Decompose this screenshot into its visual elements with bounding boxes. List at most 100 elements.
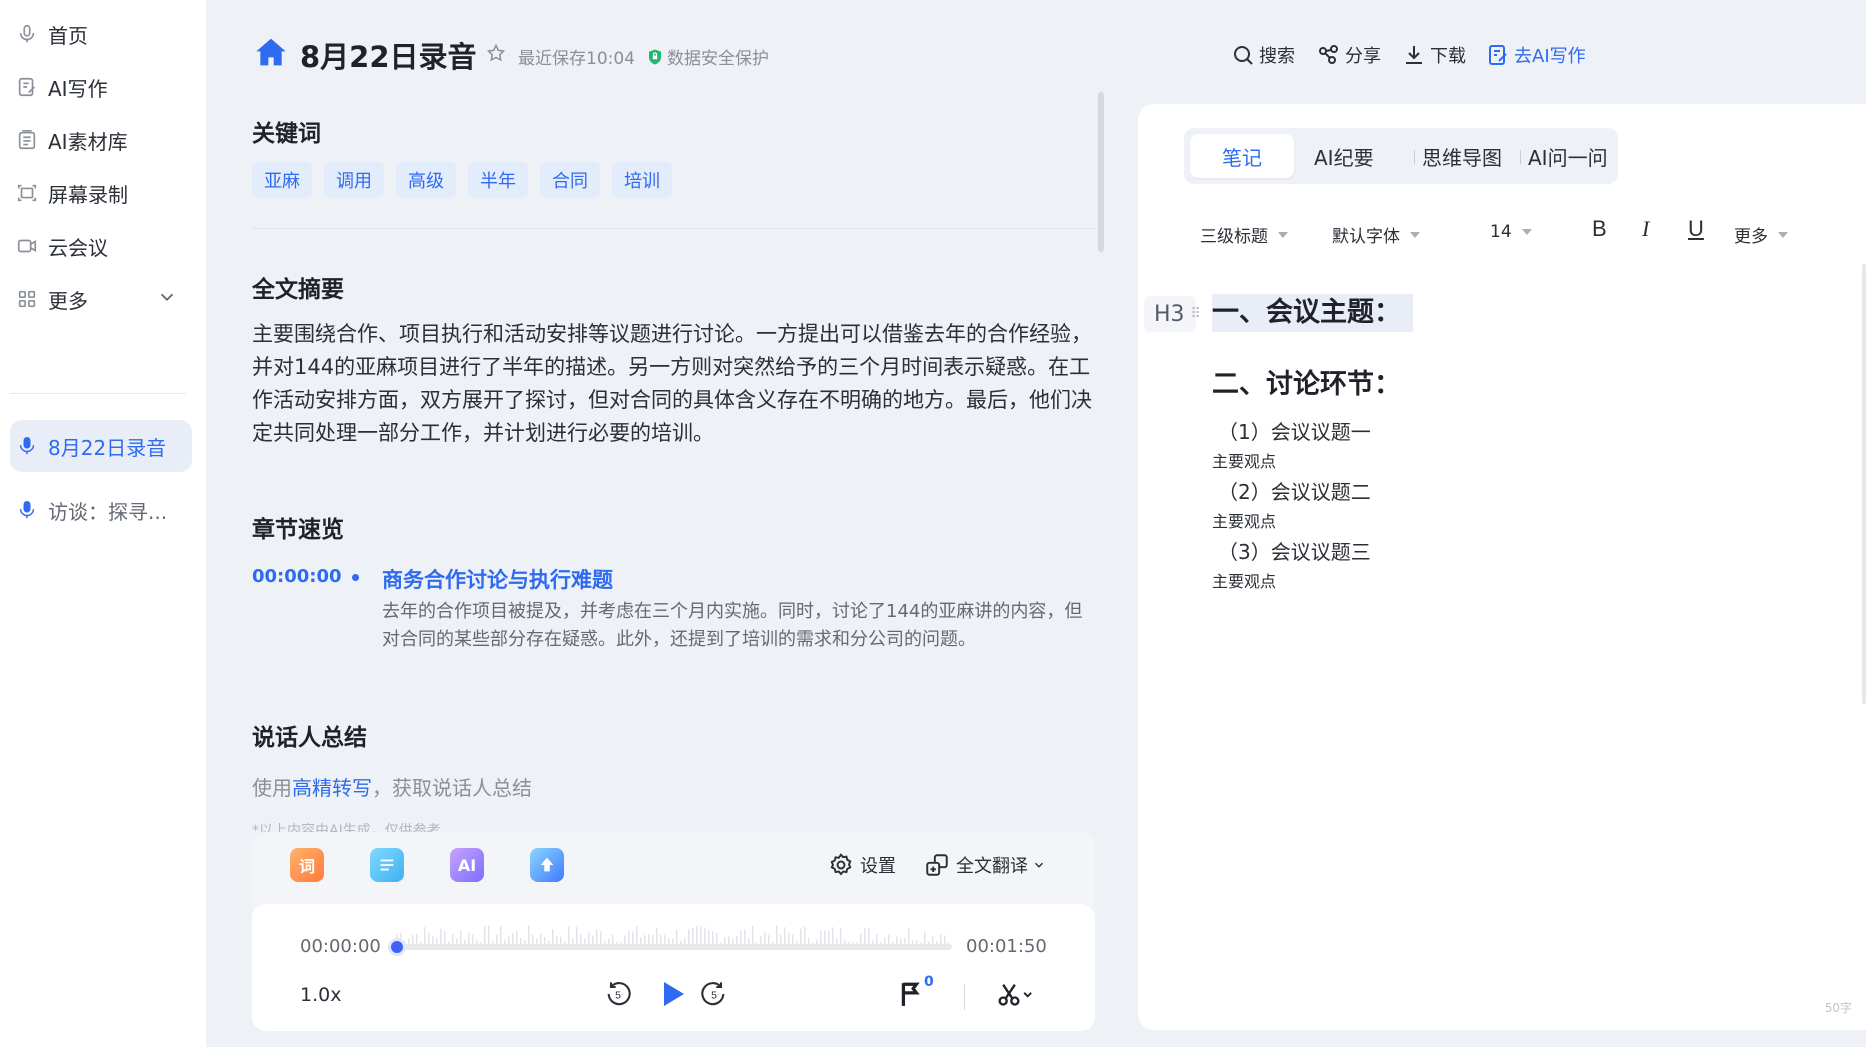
note-heading[interactable]: 二、讨论环节：	[1212, 362, 1401, 401]
upload-tool-icon[interactable]	[530, 848, 564, 882]
keyword-tag[interactable]: 半年	[468, 162, 528, 198]
search-button[interactable]: 搜索	[1231, 42, 1295, 68]
sidebar-recording-interview[interactable]: 访谈：探寻...	[10, 484, 192, 536]
player-toolbar: 词 AI 设置 全文翻译	[252, 832, 1095, 904]
sidebar-item-label: AI写作	[48, 76, 108, 101]
tab-notes[interactable]: 笔记	[1190, 134, 1294, 178]
download-button[interactable]: 下载	[1402, 42, 1466, 68]
sidebar-item-more[interactable]: 更多	[10, 273, 192, 325]
sidebar-item-ai-write[interactable]: AI写作	[10, 61, 192, 113]
italic-button[interactable]: I	[1642, 216, 1649, 242]
rewind-icon: 5	[607, 982, 631, 1006]
divider	[964, 984, 965, 1010]
chevron-down-icon	[1034, 862, 1044, 868]
play-button[interactable]	[656, 978, 688, 1010]
sidebar-item-cloud-meeting[interactable]: 云会议	[10, 220, 192, 272]
waveform-bar	[636, 925, 638, 946]
sidebar-item-label: 屏幕录制	[48, 182, 128, 207]
underline-button[interactable]: U	[1688, 216, 1704, 242]
sidebar-item-label: AI素材库	[48, 129, 128, 154]
sidebar-recording-active[interactable]: 8月22日录音	[10, 420, 192, 472]
bold-button[interactable]: B	[1592, 216, 1607, 242]
note-topic[interactable]: （3）会议议题三	[1218, 536, 1371, 565]
ai-disclaimer: *以上内容由AI生成，仅供参考	[252, 823, 441, 832]
ai-write-button[interactable]: 去AI写作	[1486, 42, 1586, 68]
home-icon[interactable]	[254, 36, 288, 68]
tab-ai-qa[interactable]: AI问一问	[1528, 134, 1608, 178]
chapter-title[interactable]: 商务合作讨论与执行难题	[382, 564, 613, 594]
keyword-tag[interactable]: 高级	[396, 162, 456, 198]
microphone-icon	[14, 433, 40, 459]
sidebar-item-home[interactable]: 首页	[10, 8, 192, 60]
summary-title: 全文摘要	[252, 277, 344, 303]
waveform-bar	[484, 926, 486, 946]
svg-text:5: 5	[615, 990, 621, 1002]
microphone-icon	[14, 21, 40, 47]
page-title: 8月22日录音	[300, 40, 477, 74]
svg-text:5: 5	[711, 990, 717, 1002]
waveform-bar	[696, 925, 698, 946]
note-topic[interactable]: （1）会议议题一	[1218, 416, 1371, 445]
sidebar: 首页 AI写作 AI素材库 屏幕录制 云会议 更多 8月22日录音 访谈：探寻.…	[0, 0, 206, 1047]
font-size-select[interactable]: 14	[1490, 222, 1532, 242]
star-icon[interactable]	[486, 43, 506, 63]
edit-doc-icon	[1489, 45, 1507, 65]
tab-ai-minutes[interactable]: AI纪要	[1314, 134, 1374, 178]
rewind-5-button[interactable]: 5	[604, 980, 632, 1008]
heading-level-select[interactable]: 三级标题	[1200, 222, 1288, 247]
player-controls: 00:00:00 00:01:50 1.0x 5 5 0	[252, 904, 1095, 1031]
note-heading[interactable]: 一、会议主题：	[1212, 294, 1413, 332]
shield-icon	[649, 49, 661, 64]
speakers-title: 说话人总结	[252, 725, 367, 751]
microphone-icon	[14, 497, 40, 523]
waveform-bar	[752, 925, 754, 946]
play-icon	[664, 982, 684, 1006]
more-format-select[interactable]: 更多	[1734, 222, 1788, 247]
chapter-timestamp[interactable]: 00:00:00	[252, 566, 342, 587]
screen-record-icon	[14, 180, 40, 206]
progress-track[interactable]	[396, 944, 952, 950]
note-point[interactable]: 主要观点	[1212, 508, 1276, 532]
download-icon	[1406, 46, 1422, 64]
keyword-tag[interactable]: 合同	[540, 162, 600, 198]
progress-handle[interactable]	[388, 938, 406, 956]
sidebar-item-ai-library[interactable]: AI素材库	[10, 114, 192, 166]
gear-icon	[830, 853, 852, 876]
flag-button[interactable]	[898, 980, 924, 1008]
edit-doc-icon	[14, 74, 40, 100]
waveform	[396, 925, 950, 946]
settings-button[interactable]: 设置	[828, 852, 896, 878]
scissors-icon	[998, 984, 1032, 1006]
hd-transcribe-link[interactable]: 高精转写	[292, 776, 372, 800]
scrollbar[interactable]	[1862, 264, 1866, 704]
forward-5-button[interactable]: 5	[700, 980, 728, 1008]
sidebar-item-label: 云会议	[48, 235, 108, 260]
block-type-badge[interactable]: H3 ⠿	[1144, 296, 1201, 332]
sidebar-item-label: 更多	[48, 288, 88, 313]
list-tool-icon[interactable]	[370, 848, 404, 882]
keyword-tag[interactable]: 亚麻	[252, 162, 312, 198]
note-point[interactable]: 主要观点	[1212, 448, 1276, 472]
clip-button[interactable]	[996, 980, 1036, 1008]
ai-tool-icon[interactable]: AI	[450, 848, 484, 882]
scrollbar[interactable]	[1098, 92, 1104, 252]
caret-down-icon	[1278, 231, 1288, 238]
playback-speed[interactable]: 1.0x	[300, 984, 341, 1006]
divider	[1414, 150, 1415, 164]
library-icon	[14, 127, 40, 153]
share-button[interactable]: 分享	[1317, 42, 1381, 68]
tab-mind-map[interactable]: 思维导图	[1422, 134, 1502, 178]
keyword-tag[interactable]: 调用	[324, 162, 384, 198]
drag-handle-icon[interactable]: ⠿	[1191, 306, 1201, 322]
note-point[interactable]: 主要观点	[1212, 568, 1276, 592]
translate-button[interactable]: 全文翻译	[924, 852, 1052, 878]
save-status: 最近保存10:04	[518, 49, 635, 69]
audio-player: 词 AI 设置 全文翻译 00:00:00 00:01:50 1.0x 5 5 …	[252, 832, 1095, 1031]
keywords-tool-icon[interactable]: 词	[290, 848, 324, 882]
font-family-select[interactable]: 默认字体	[1332, 222, 1420, 247]
sidebar-item-screen-record[interactable]: 屏幕录制	[10, 167, 192, 219]
waveform-bar	[528, 925, 530, 946]
keyword-tag[interactable]: 培训	[612, 162, 672, 198]
note-topic[interactable]: （2）会议议题二	[1218, 476, 1371, 505]
translate-icon	[926, 854, 948, 876]
